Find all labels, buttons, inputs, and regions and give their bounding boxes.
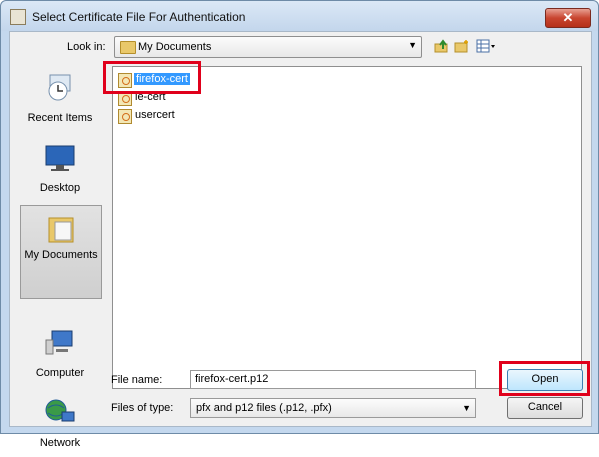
place-label: My Documents xyxy=(24,249,98,261)
file-list[interactable]: firefox-cert ie-cert usercert xyxy=(112,66,582,389)
window-title: Select Certificate File For Authenticati… xyxy=(32,10,246,24)
places-bar: Recent Items Desktop My Documents Comput… xyxy=(20,66,102,449)
place-label: Recent Items xyxy=(27,112,93,124)
highlight-box-selected-file xyxy=(103,61,201,94)
my-documents-icon xyxy=(48,217,74,243)
title-bar[interactable]: Select Certificate File For Authenticati… xyxy=(1,1,598,31)
highlight-box-open-button xyxy=(499,361,590,396)
up-one-level-icon[interactable] xyxy=(434,39,450,53)
cancel-button[interactable]: Cancel xyxy=(507,397,583,419)
view-menu-icon[interactable] xyxy=(476,39,496,53)
network-icon xyxy=(45,399,75,422)
desktop-icon xyxy=(45,145,75,171)
certificate-file-icon xyxy=(118,109,132,124)
place-label: Computer xyxy=(35,367,85,379)
place-desktop[interactable]: Desktop xyxy=(20,136,100,202)
place-my-documents[interactable]: My Documents xyxy=(20,205,102,299)
file-name-field[interactable]: firefox-cert.p12 xyxy=(190,370,476,389)
folder-icon xyxy=(120,41,136,54)
place-label: Network xyxy=(39,437,81,449)
place-label: Desktop xyxy=(39,182,81,194)
file-name-label: File name: xyxy=(111,374,163,386)
recent-items-icon xyxy=(48,74,71,101)
close-button[interactable]: ✕ xyxy=(545,8,591,28)
place-recent-items[interactable]: Recent Items xyxy=(20,66,100,132)
place-network[interactable]: Network xyxy=(20,391,100,457)
computer-icon xyxy=(45,330,73,355)
place-computer[interactable]: Computer xyxy=(20,321,100,387)
look-in-dropdown[interactable]: My Documents ▼ xyxy=(114,36,422,58)
files-of-type-value: pfx and p12 files (.p12, .pfx) xyxy=(196,402,332,414)
look-in-value: My Documents xyxy=(138,41,212,53)
files-of-type-label: Files of type: xyxy=(111,402,174,414)
new-folder-icon[interactable] xyxy=(454,39,470,53)
chevron-down-icon: ▼ xyxy=(462,403,471,413)
files-of-type-dropdown[interactable]: pfx and p12 files (.p12, .pfx) ▼ xyxy=(190,398,476,418)
java-app-icon xyxy=(10,9,26,25)
chevron-down-icon: ▼ xyxy=(408,40,417,50)
file-name: usercert xyxy=(135,109,175,121)
file-item-usercert[interactable]: usercert xyxy=(116,107,196,125)
look-in-label: Look in: xyxy=(67,41,106,53)
file-name-value: firefox-cert.p12 xyxy=(195,373,269,385)
